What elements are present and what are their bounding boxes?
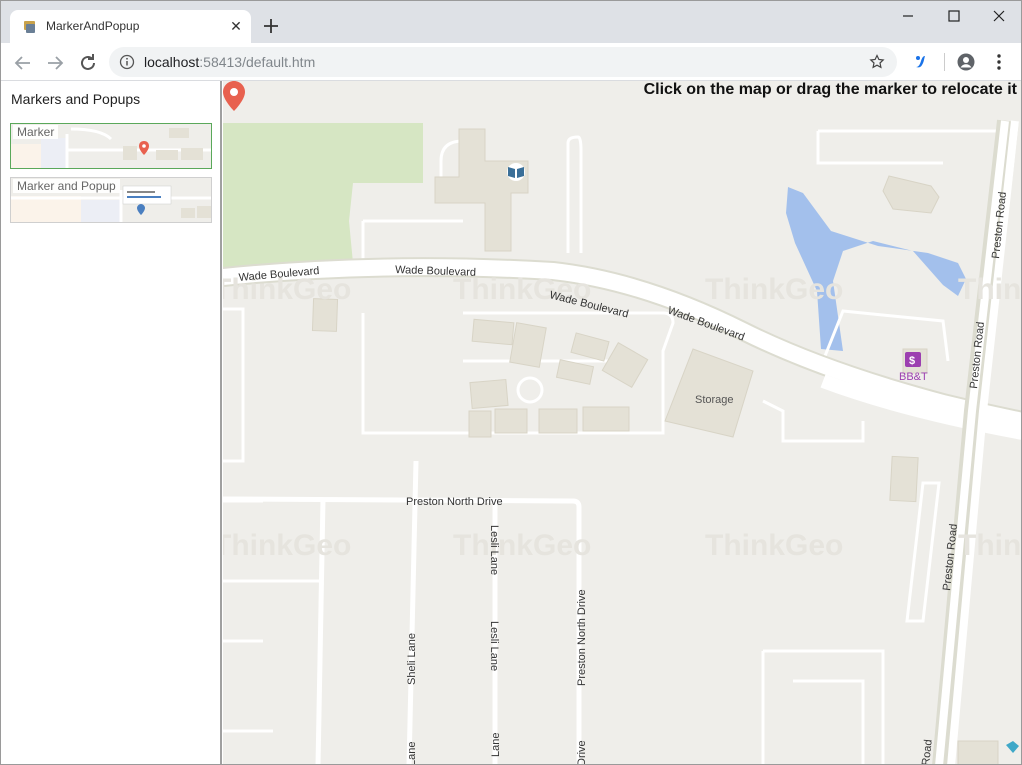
poi-label-bbt: BB&T bbox=[899, 371, 928, 383]
road-label-preston-north-drive: Preston North Drive bbox=[576, 589, 588, 686]
map-canvas[interactable]: ThinkGeo ThinkGeo ThinkGeo ThinkGeo Thin… bbox=[223, 81, 1022, 765]
watermark: ThinkGeo bbox=[705, 529, 843, 562]
maximize-icon[interactable] bbox=[931, 5, 977, 27]
profile-icon[interactable] bbox=[956, 52, 976, 72]
bank-icon: $ bbox=[905, 352, 921, 367]
toolbar-divider bbox=[944, 53, 945, 71]
watermark: ThinkGeo bbox=[453, 529, 591, 562]
samples-sidebar: Markers and Popups Marker Marker and Pop… bbox=[1, 81, 222, 764]
road-label-lane: Lane bbox=[490, 733, 502, 757]
sample-popup-label: Marker and Popup bbox=[13, 179, 120, 193]
sidebar-title: Markers and Popups bbox=[11, 91, 141, 107]
map-marker-pin-icon[interactable] bbox=[223, 81, 245, 111]
svg-text:$: $ bbox=[909, 355, 915, 367]
watermark: ThinkGeo bbox=[958, 529, 1022, 562]
close-tab-icon[interactable]: ✕ bbox=[228, 18, 244, 34]
sample-marker[interactable]: Marker bbox=[10, 123, 212, 169]
cul-de-sac bbox=[516, 376, 544, 404]
poi-label-storage: Storage bbox=[695, 394, 734, 406]
favicon-icon bbox=[24, 21, 35, 33]
sample-marker-and-popup[interactable]: Marker and Popup bbox=[10, 177, 212, 223]
road-label-sheli-lane: Sheli Lane bbox=[406, 633, 418, 685]
watermark: ThinkGeo bbox=[223, 529, 351, 562]
tab-strip: MarkerAndPopup ✕ bbox=[1, 1, 1022, 43]
map-instruction-text: Click on the map or drag the marker to r… bbox=[643, 81, 1017, 98]
storage-building bbox=[664, 348, 754, 438]
library-building bbox=[434, 128, 529, 252]
road-label-drive: Drive bbox=[576, 740, 588, 765]
menu-kebab-icon[interactable] bbox=[991, 52, 1007, 72]
road-label-preston-north-drive: Preston North Drive bbox=[406, 496, 503, 508]
reload-icon[interactable] bbox=[76, 51, 100, 75]
new-tab-icon[interactable] bbox=[259, 14, 283, 38]
window-close-icon[interactable] bbox=[976, 5, 1022, 27]
library-icon bbox=[507, 163, 525, 181]
sample-marker-label: Marker bbox=[13, 125, 59, 139]
pond bbox=[786, 187, 966, 351]
residential-streets bbox=[223, 460, 582, 764]
browser-tab[interactable]: MarkerAndPopup ✕ bbox=[10, 10, 251, 43]
info-icon[interactable] bbox=[119, 54, 135, 70]
watermark: ThinkGeo bbox=[958, 273, 1022, 306]
extension-icon[interactable] bbox=[911, 52, 931, 72]
poi-icon bbox=[1006, 741, 1019, 753]
forward-arrow-icon[interactable] bbox=[43, 51, 67, 75]
browser-toolbar: localhost:58413/default.htm bbox=[1, 43, 1021, 81]
url-path: :58413/default.htm bbox=[199, 54, 316, 70]
url-text[interactable]: localhost:58413/default.htm bbox=[144, 54, 315, 70]
watermark: ThinkGeo bbox=[705, 273, 843, 306]
road-label-lane: Lane bbox=[406, 742, 418, 765]
road-label-lesli-lane: Lesli Lane bbox=[488, 525, 500, 575]
tab-title: MarkerAndPopup bbox=[46, 19, 140, 33]
browser-window: MarkerAndPopup ✕ localhost:58413/default… bbox=[0, 0, 1022, 765]
park-area bbox=[223, 123, 423, 269]
bookmark-star-icon[interactable] bbox=[869, 54, 885, 70]
address-bar[interactable]: localhost:58413/default.htm bbox=[109, 47, 897, 77]
map-base-layer: ThinkGeo ThinkGeo ThinkGeo ThinkGeo Thin… bbox=[223, 119, 1022, 765]
road-label-lesli-lane: Lesli Lane bbox=[488, 621, 500, 671]
url-host: localhost bbox=[144, 54, 200, 70]
minimize-icon[interactable] bbox=[885, 5, 931, 27]
back-arrow-icon[interactable] bbox=[11, 51, 35, 75]
road-label-road: Road bbox=[920, 739, 935, 765]
